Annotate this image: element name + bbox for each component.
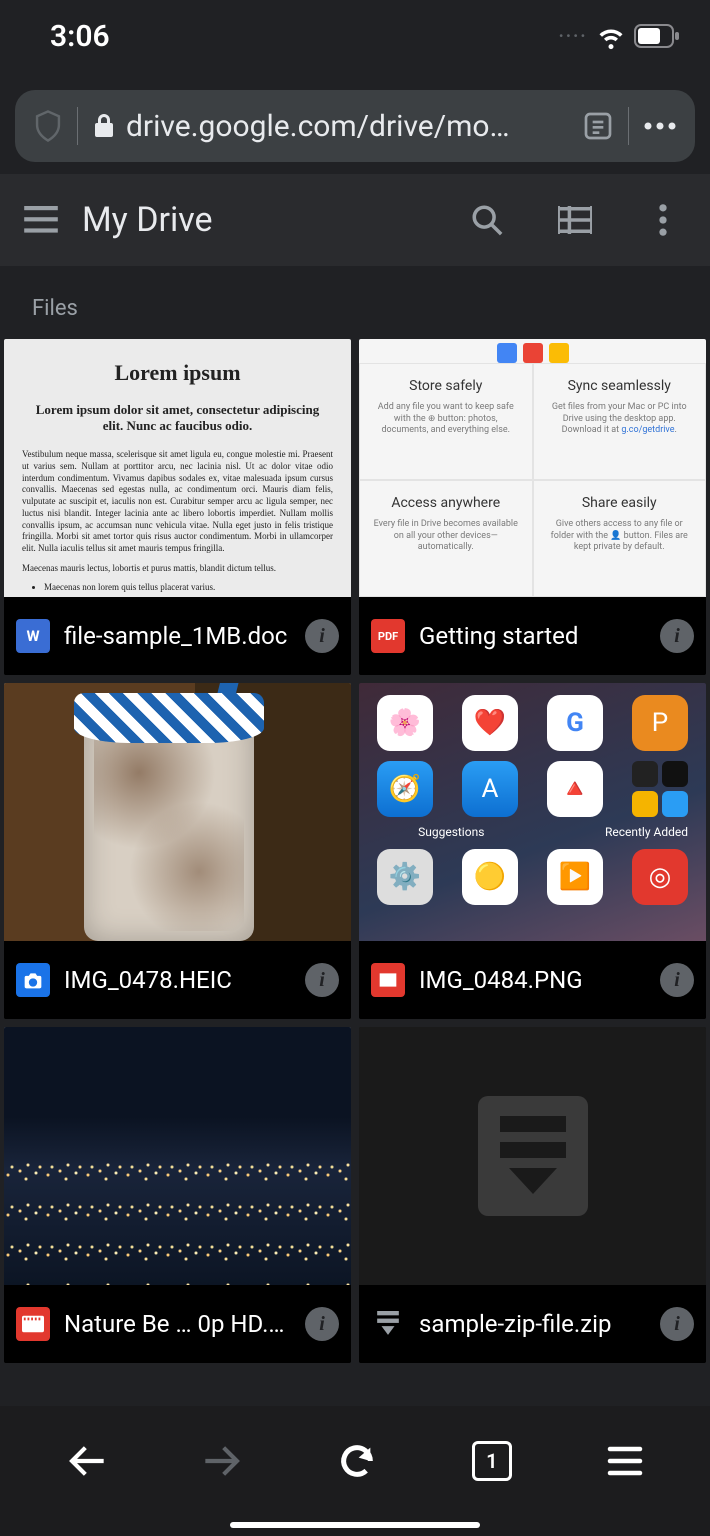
info-button[interactable]: i xyxy=(305,619,339,653)
back-button[interactable] xyxy=(67,1441,107,1481)
file-card[interactable]: Nature Be … 0p HD.mp4 i xyxy=(4,1027,351,1363)
info-button[interactable]: i xyxy=(660,1307,694,1341)
cell-signal-icon: •••• xyxy=(559,29,588,43)
file-thumbnail xyxy=(359,1027,706,1285)
status-bar: 3:06 •••• xyxy=(0,0,710,72)
section-label: Files xyxy=(0,266,710,339)
reload-button[interactable] xyxy=(337,1441,377,1481)
status-right: •••• xyxy=(559,21,680,51)
drive-header: My Drive xyxy=(0,174,710,266)
pdf-icon: PDF xyxy=(371,619,405,653)
hamburger-icon[interactable] xyxy=(24,206,58,234)
file-thumbnail: Store safelyAdd any file you want to kee… xyxy=(359,339,706,597)
file-footer: W file-sample_1MB.doc i xyxy=(4,597,351,675)
file-footer: sample-zip-file.zip i xyxy=(359,1285,706,1363)
divider xyxy=(77,107,78,145)
divider xyxy=(628,107,629,145)
lock-icon xyxy=(92,113,116,139)
file-card[interactable]: IMG_0478.HEIC i xyxy=(4,683,351,1019)
menu-button[interactable] xyxy=(607,1446,643,1476)
file-footer: Nature Be … 0p HD.mp4 i xyxy=(4,1285,351,1363)
file-footer: IMG_0478.HEIC i xyxy=(4,941,351,1019)
file-card[interactable]: Lorem ipsum Lorem ipsum dolor sit amet, … xyxy=(4,339,351,675)
info-button[interactable]: i xyxy=(305,1307,339,1341)
tabs-button[interactable]: 1 xyxy=(472,1441,512,1481)
video-icon xyxy=(16,1307,50,1341)
shield-icon[interactable] xyxy=(33,109,63,143)
clock: 3:06 xyxy=(50,19,110,54)
list-view-icon xyxy=(558,206,592,234)
file-card[interactable]: 🌸 ❤️ G P 🧭 A 🔺 Suggestions Recent xyxy=(359,683,706,1019)
file-name: sample-zip-file.zip xyxy=(419,1310,646,1338)
overflow-button[interactable] xyxy=(640,197,686,243)
file-thumbnail: Lorem ipsum Lorem ipsum dolor sit amet, … xyxy=(4,339,351,597)
battery-icon xyxy=(634,24,680,48)
file-name: Nature Be … 0p HD.mp4 xyxy=(64,1310,291,1338)
url-bar[interactable]: drive.google.com/drive/mo… xyxy=(15,90,695,162)
file-name: IMG_0478.HEIC xyxy=(64,966,291,994)
search-button[interactable] xyxy=(464,197,510,243)
file-name: IMG_0484.PNG xyxy=(419,966,646,994)
more-vertical-icon xyxy=(658,203,668,237)
wifi-icon xyxy=(596,21,626,51)
browser-bottom-bar: 1 xyxy=(0,1406,710,1536)
file-footer: PDF Getting started i xyxy=(359,597,706,675)
word-doc-icon: W xyxy=(16,619,50,653)
image-icon xyxy=(371,963,405,997)
info-button[interactable]: i xyxy=(305,963,339,997)
camera-icon xyxy=(16,963,50,997)
file-card[interactable]: Store safelyAdd any file you want to kee… xyxy=(359,339,706,675)
file-thumbnail xyxy=(4,683,351,941)
info-button[interactable]: i xyxy=(660,963,694,997)
file-grid: Lorem ipsum Lorem ipsum dolor sit amet, … xyxy=(0,339,710,1363)
file-name: file-sample_1MB.doc xyxy=(64,622,291,650)
forward-button[interactable] xyxy=(202,1441,242,1481)
file-footer: IMG_0484.PNG i xyxy=(359,941,706,1019)
reader-mode-icon[interactable] xyxy=(582,110,614,142)
search-icon xyxy=(470,203,504,237)
file-thumbnail: 🌸 ❤️ G P 🧭 A 🔺 Suggestions Recent xyxy=(359,683,706,941)
file-card[interactable]: sample-zip-file.zip i xyxy=(359,1027,706,1363)
url-text[interactable]: drive.google.com/drive/mo… xyxy=(92,109,568,144)
page-title: My Drive xyxy=(82,200,422,240)
archive-icon xyxy=(371,1307,405,1341)
home-indicator[interactable] xyxy=(230,1522,480,1528)
list-view-button[interactable] xyxy=(552,197,598,243)
info-button[interactable]: i xyxy=(660,619,694,653)
file-thumbnail xyxy=(4,1027,351,1285)
file-name: Getting started xyxy=(419,622,646,650)
more-icon[interactable] xyxy=(643,121,677,131)
